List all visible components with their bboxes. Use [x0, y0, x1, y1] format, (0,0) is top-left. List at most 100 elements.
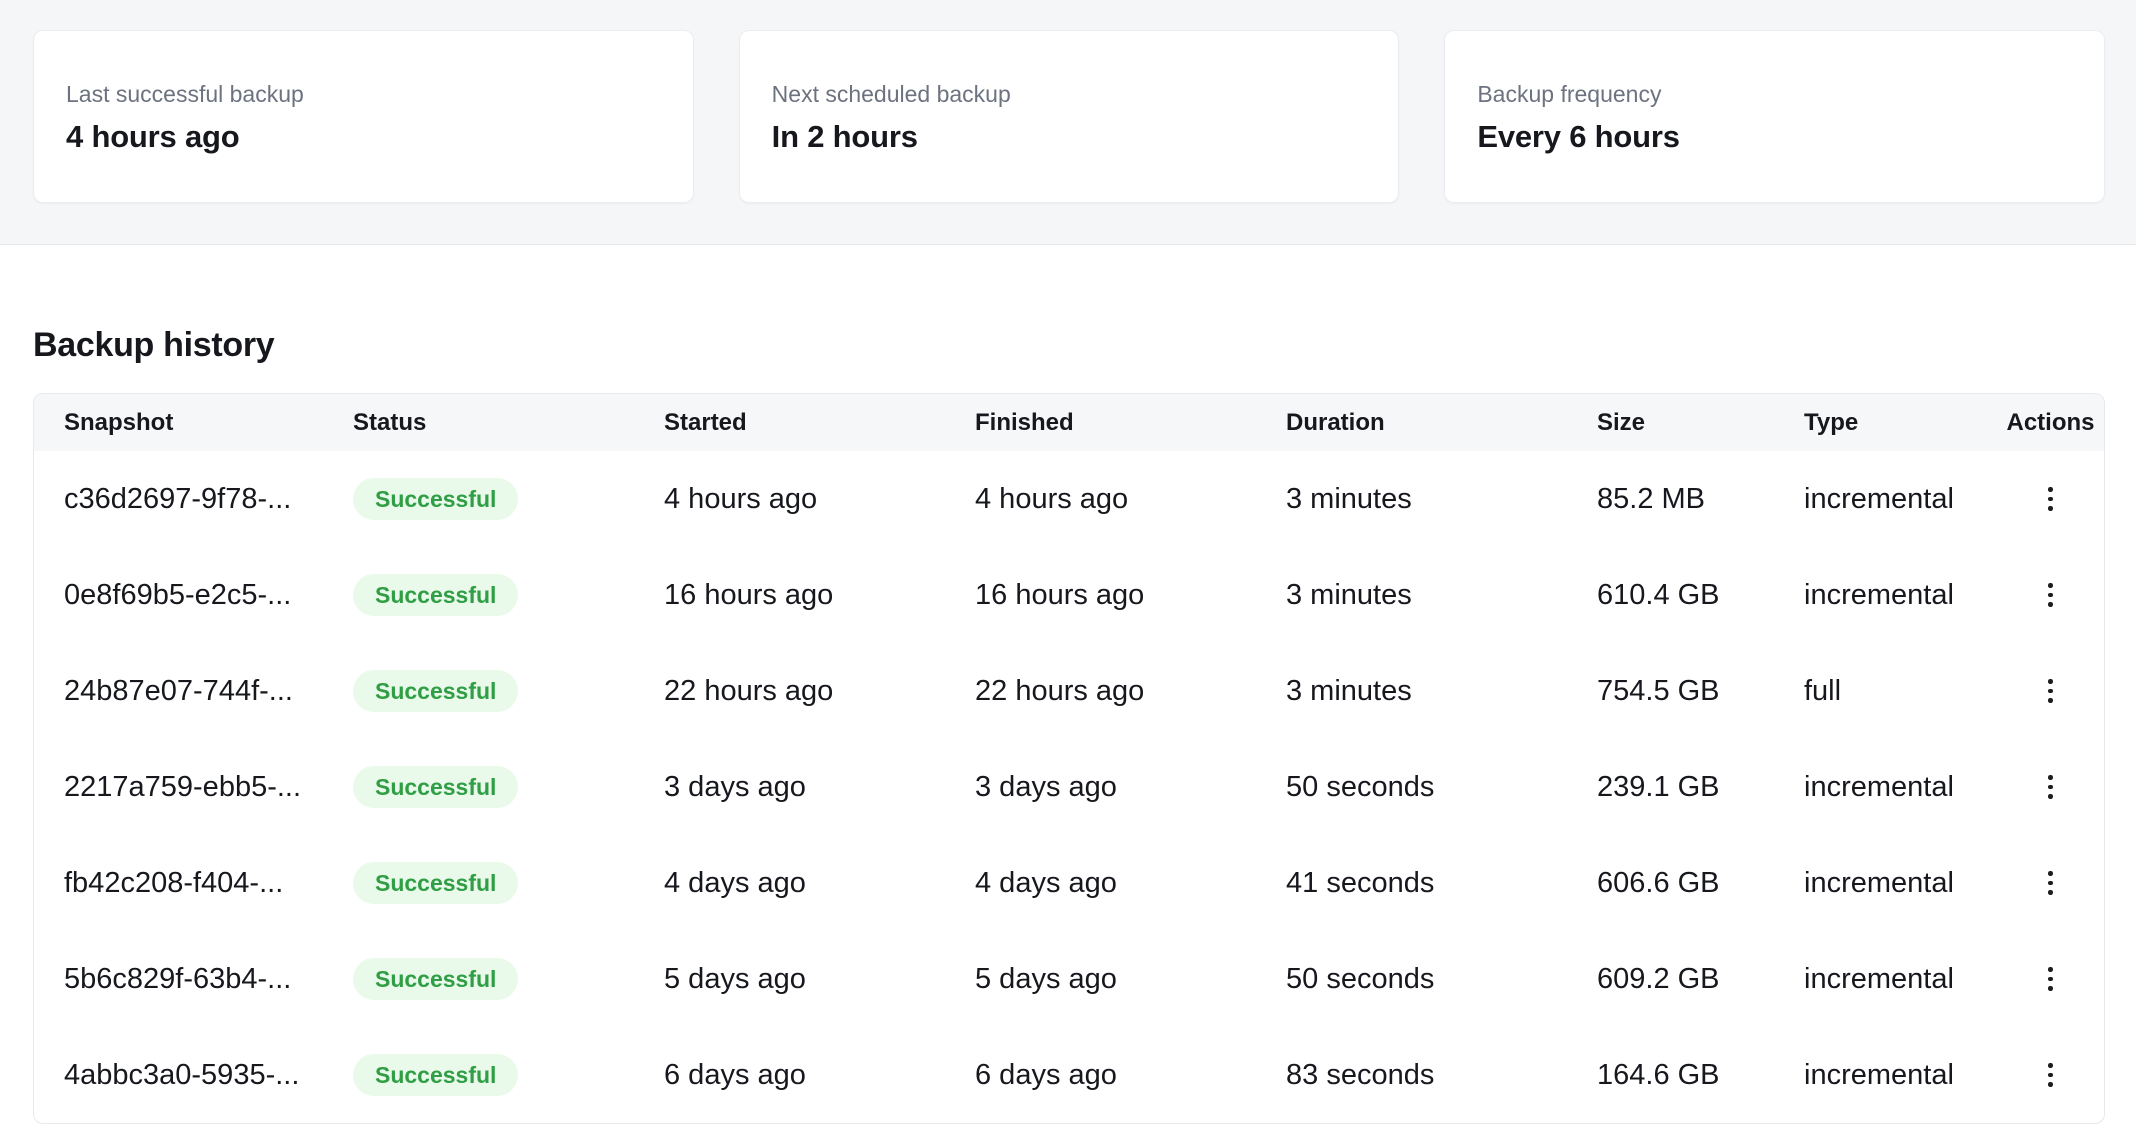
started-cell: 3 days ago [634, 739, 945, 835]
summary-card-label: Last successful backup [66, 79, 663, 109]
finished-cell: 4 hours ago [945, 451, 1256, 547]
actions-cell [1997, 451, 2104, 547]
column-header: Started [634, 394, 945, 451]
column-header: Type [1774, 394, 1997, 451]
type-cell: full [1774, 643, 1997, 739]
row-actions-button[interactable] [2029, 477, 2073, 521]
size-cell: 609.2 GB [1567, 931, 1774, 1027]
row-actions-button[interactable] [2029, 957, 2073, 1001]
finished-cell: 22 hours ago [945, 643, 1256, 739]
size-cell: 606.6 GB [1567, 835, 1774, 931]
actions-cell [1997, 1027, 2104, 1123]
table-row: 24b87e07-744f-... Successful 22 hours ag… [34, 643, 2104, 739]
row-actions-button[interactable] [2029, 1053, 2073, 1097]
table-row: 5b6c829f-63b4-... Successful 5 days ago … [34, 931, 2104, 1027]
table-body: c36d2697-9f78-... Successful 4 hours ago… [34, 451, 2104, 1123]
summary-card: Next scheduled backup In 2 hours [739, 30, 1400, 203]
summary-card: Backup frequency Every 6 hours [1444, 30, 2105, 203]
finished-cell: 5 days ago [945, 931, 1256, 1027]
row-actions-button[interactable] [2029, 861, 2073, 905]
type-cell: incremental [1774, 835, 1997, 931]
table-row: 4abbc3a0-5935-... Successful 6 days ago … [34, 1027, 2104, 1123]
backup-summary-section: Last successful backup 4 hours ago Next … [0, 0, 2136, 245]
snapshot-cell: fb42c208-f404-... [34, 835, 323, 931]
status-badge: Successful [353, 670, 518, 712]
snapshot-cell: 4abbc3a0-5935-... [34, 1027, 323, 1123]
table-row: c36d2697-9f78-... Successful 4 hours ago… [34, 451, 2104, 547]
actions-cell [1997, 643, 2104, 739]
column-header: Snapshot [34, 394, 323, 451]
status-badge: Successful [353, 862, 518, 904]
finished-cell: 16 hours ago [945, 547, 1256, 643]
started-cell: 4 hours ago [634, 451, 945, 547]
type-cell: incremental [1774, 451, 1997, 547]
duration-cell: 83 seconds [1256, 1027, 1567, 1123]
started-cell: 4 days ago [634, 835, 945, 931]
finished-cell: 3 days ago [945, 739, 1256, 835]
snapshot-cell: c36d2697-9f78-... [34, 451, 323, 547]
status-badge: Successful [353, 766, 518, 808]
backup-history-section: Backup history Snapshot Status Started F… [0, 325, 2136, 1124]
duration-cell: 50 seconds [1256, 739, 1567, 835]
actions-cell [1997, 547, 2104, 643]
status-cell: Successful [323, 643, 634, 739]
finished-cell: 4 days ago [945, 835, 1256, 931]
size-cell: 85.2 MB [1567, 451, 1774, 547]
status-badge: Successful [353, 958, 518, 1000]
table-header: Snapshot Status Started Finished Duratio… [34, 394, 2104, 451]
column-header: Status [323, 394, 634, 451]
status-cell: Successful [323, 1027, 634, 1123]
status-cell: Successful [323, 835, 634, 931]
summary-card-value: In 2 hours [772, 117, 1369, 157]
started-cell: 5 days ago [634, 931, 945, 1027]
backup-history-table: Snapshot Status Started Finished Duratio… [34, 394, 2104, 1123]
row-actions-button[interactable] [2029, 669, 2073, 713]
started-cell: 22 hours ago [634, 643, 945, 739]
row-actions-button[interactable] [2029, 765, 2073, 809]
duration-cell: 50 seconds [1256, 931, 1567, 1027]
type-cell: incremental [1774, 931, 1997, 1027]
status-badge: Successful [353, 574, 518, 616]
duration-cell: 3 minutes [1256, 451, 1567, 547]
actions-cell [1997, 931, 2104, 1027]
status-cell: Successful [323, 547, 634, 643]
table-row: 0e8f69b5-e2c5-... Successful 16 hours ag… [34, 547, 2104, 643]
size-cell: 239.1 GB [1567, 739, 1774, 835]
table-row: 2217a759-ebb5-... Successful 3 days ago … [34, 739, 2104, 835]
size-cell: 754.5 GB [1567, 643, 1774, 739]
summary-card: Last successful backup 4 hours ago [33, 30, 694, 203]
snapshot-cell: 24b87e07-744f-... [34, 643, 323, 739]
actions-cell [1997, 835, 2104, 931]
snapshot-cell: 0e8f69b5-e2c5-... [34, 547, 323, 643]
duration-cell: 41 seconds [1256, 835, 1567, 931]
summary-card-value: 4 hours ago [66, 117, 663, 157]
type-cell: incremental [1774, 547, 1997, 643]
size-cell: 164.6 GB [1567, 1027, 1774, 1123]
status-cell: Successful [323, 739, 634, 835]
backup-history-table-card: Snapshot Status Started Finished Duratio… [33, 393, 2105, 1124]
summary-card-label: Next scheduled backup [772, 79, 1369, 109]
actions-cell [1997, 739, 2104, 835]
duration-cell: 3 minutes [1256, 643, 1567, 739]
started-cell: 16 hours ago [634, 547, 945, 643]
type-cell: incremental [1774, 739, 1997, 835]
summary-cards-row: Last successful backup 4 hours ago Next … [33, 30, 2105, 203]
summary-card-label: Backup frequency [1477, 79, 2074, 109]
table-header-row: Snapshot Status Started Finished Duratio… [34, 394, 2104, 451]
status-cell: Successful [323, 931, 634, 1027]
column-header: Finished [945, 394, 1256, 451]
column-header: Actions [1997, 394, 2104, 451]
summary-card-value: Every 6 hours [1477, 117, 2074, 157]
finished-cell: 6 days ago [945, 1027, 1256, 1123]
size-cell: 610.4 GB [1567, 547, 1774, 643]
backup-history-title: Backup history [33, 325, 2105, 366]
status-badge: Successful [353, 1054, 518, 1096]
type-cell: incremental [1774, 1027, 1997, 1123]
table-row: fb42c208-f404-... Successful 4 days ago … [34, 835, 2104, 931]
status-cell: Successful [323, 451, 634, 547]
row-actions-button[interactable] [2029, 573, 2073, 617]
started-cell: 6 days ago [634, 1027, 945, 1123]
snapshot-cell: 5b6c829f-63b4-... [34, 931, 323, 1027]
duration-cell: 3 minutes [1256, 547, 1567, 643]
column-header: Duration [1256, 394, 1567, 451]
